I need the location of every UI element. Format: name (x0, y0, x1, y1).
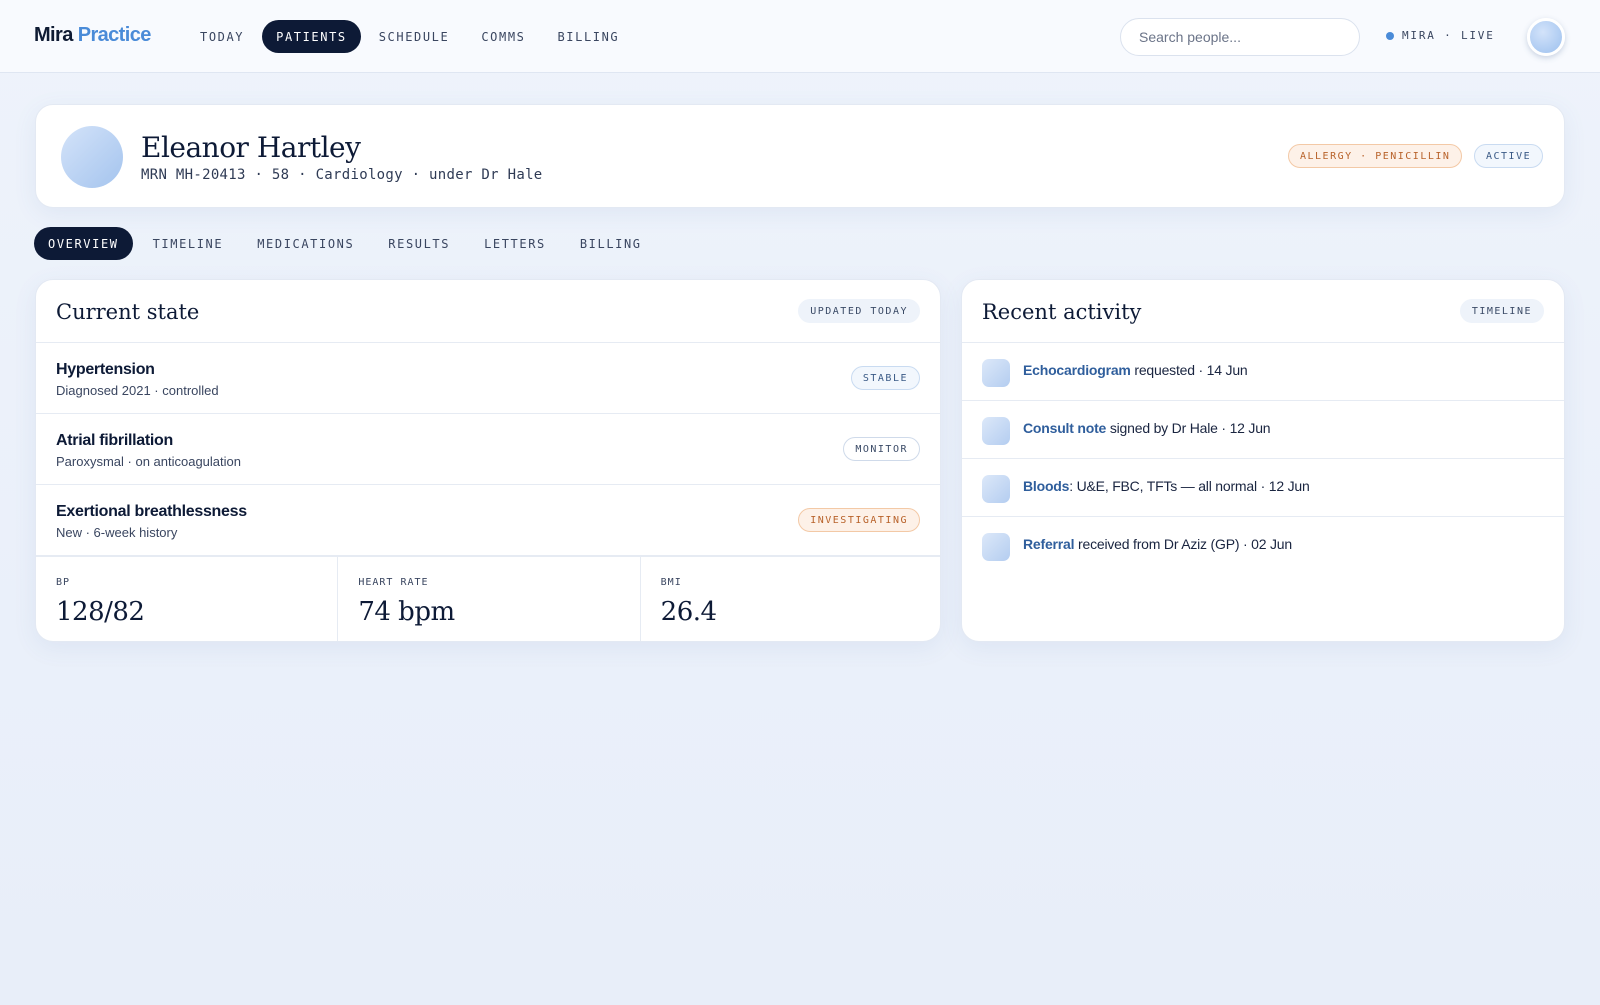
activity-item: Echocardiogram requested · 14 Jun (962, 343, 1564, 401)
vital-value: 74 bpm (358, 597, 455, 627)
vital-bp: BP 128/82 (36, 557, 339, 641)
user-avatar[interactable] (1527, 18, 1565, 56)
nav-item-schedule[interactable]: SCHEDULE (365, 20, 464, 53)
tab-results[interactable]: RESULTS (374, 227, 464, 260)
patient-name: Eleanor Hartley (141, 131, 361, 164)
activity-text: Echocardiogram requested · 14 Jun (1023, 362, 1248, 378)
nav-item-billing[interactable]: BILLING (543, 20, 633, 53)
activity-text: Referral received from Dr Aziz (GP) · 02… (1023, 536, 1292, 552)
condition-name: Hypertension (56, 361, 155, 378)
activity-item: Consult note signed by Dr Hale · 12 Jun (962, 401, 1564, 459)
vital-value: 128/82 (56, 597, 145, 627)
vital-bmi: BMI 26.4 (641, 557, 940, 641)
activity-link[interactable]: Consult note (1023, 420, 1106, 436)
vital-label: HEART RATE (358, 577, 429, 588)
condition-status-badge: MONITOR (843, 437, 920, 461)
live-status: MIRA · LIVE (1386, 29, 1495, 42)
vital-label: BP (56, 577, 71, 588)
brand-accent: Practice (77, 24, 152, 46)
tab-billing[interactable]: BILLING (566, 227, 656, 260)
nav-item-patients[interactable]: PATIENTS (262, 20, 361, 53)
recent-activity-panel: Recent activity TIMELINE Echocardiogram … (961, 279, 1565, 642)
activity-item: Referral received from Dr Aziz (GP) · 02… (962, 517, 1564, 575)
nav-item-comms[interactable]: COMMS (467, 20, 539, 53)
activity-link[interactable]: Referral (1023, 536, 1075, 552)
condition-name: Exertional breathlessness (56, 503, 247, 520)
condition-row[interactable]: Atrial fibrillation Paroxysmal · on anti… (36, 414, 940, 485)
document-icon (982, 359, 1010, 387)
document-icon (982, 475, 1010, 503)
vitals-strip: BP 128/82 HEART RATE 74 bpm BMI 26.4 (36, 556, 940, 641)
tab-medications[interactable]: MEDICATIONS (243, 227, 368, 260)
panel-header: Recent activity TIMELINE (962, 280, 1564, 343)
timeline-badge[interactable]: TIMELINE (1459, 299, 1544, 323)
patient-header-card: Eleanor Hartley MRN MH-20413 · 58 · Card… (35, 104, 1565, 208)
activity-link[interactable]: Bloods (1023, 478, 1069, 494)
vital-label: BMI (660, 577, 682, 588)
patient-tabs: OVERVIEW TIMELINE MEDICATIONS RESULTS LE… (34, 227, 656, 260)
condition-detail: Paroxysmal · on anticoagulation (56, 454, 241, 469)
live-dot-icon (1386, 31, 1394, 40)
condition-detail: Diagnosed 2021 · controlled (56, 383, 219, 398)
activity-detail: : U&E, FBC, TFTs — all normal · 12 Jun (1069, 478, 1310, 494)
panel-header: Current state UPDATED TODAY (36, 280, 940, 343)
main-nav: TODAY PATIENTS SCHEDULE COMMS BILLING (186, 20, 633, 53)
status-badge: ACTIVE (1474, 144, 1544, 168)
condition-name: Atrial fibrillation (56, 432, 173, 449)
panel-title: Recent activity (982, 300, 1142, 324)
vital-value: 26.4 (660, 597, 717, 627)
activity-detail: signed by Dr Hale · 12 Jun (1106, 420, 1271, 436)
search-input[interactable] (1120, 18, 1360, 56)
brand-name: Mira (34, 24, 73, 46)
updated-badge: UPDATED TODAY (798, 299, 920, 323)
nav-item-today[interactable]: TODAY (186, 20, 258, 53)
live-status-label: MIRA · LIVE (1402, 29, 1495, 42)
vital-heart-rate: HEART RATE 74 bpm (338, 557, 641, 641)
activity-text: Bloods: U&E, FBC, TFTs — all normal · 12… (1023, 478, 1310, 494)
activity-detail: requested · 14 Jun (1130, 362, 1248, 378)
document-icon (982, 533, 1010, 561)
tab-timeline[interactable]: TIMELINE (139, 227, 238, 260)
activity-text: Consult note signed by Dr Hale · 12 Jun (1023, 420, 1271, 436)
condition-detail: New · 6-week history (56, 525, 178, 540)
condition-row[interactable]: Hypertension Diagnosed 2021 · controlled… (36, 343, 940, 414)
condition-row[interactable]: Exertional breathlessness New · 6-week h… (36, 485, 940, 556)
current-state-panel: Current state UPDATED TODAY Hypertension… (35, 279, 941, 642)
document-icon (982, 417, 1010, 445)
brand-logo[interactable]: Mira Practice (34, 24, 151, 47)
allergy-badge: ALLERGY · PENICILLIN (1288, 144, 1463, 168)
patient-meta: MRN MH-20413 · 58 · Cardiology · under D… (141, 167, 543, 183)
tab-letters[interactable]: LETTERS (470, 227, 560, 260)
panel-title: Current state (56, 300, 200, 324)
patient-avatar (61, 126, 123, 188)
tab-overview[interactable]: OVERVIEW (34, 227, 133, 260)
condition-status-badge: INVESTIGATING (798, 508, 920, 532)
top-navigation-bar: Mira Practice TODAY PATIENTS SCHEDULE CO… (0, 0, 1600, 73)
activity-detail: received from Dr Aziz (GP) · 02 Jun (1074, 536, 1292, 552)
activity-link[interactable]: Echocardiogram (1023, 362, 1131, 378)
activity-item: Bloods: U&E, FBC, TFTs — all normal · 12… (962, 459, 1564, 517)
condition-status-badge: STABLE (850, 366, 920, 390)
